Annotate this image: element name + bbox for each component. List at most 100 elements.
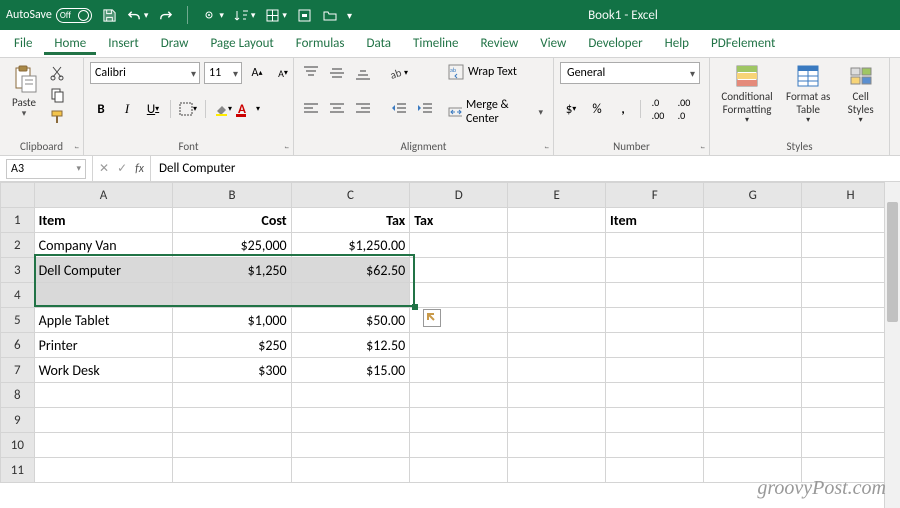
cell[interactable] — [34, 408, 173, 433]
bold-button[interactable]: B — [90, 98, 112, 120]
row-header-11[interactable]: 11 — [1, 458, 35, 483]
cell[interactable] — [410, 458, 508, 483]
cell[interactable] — [508, 383, 606, 408]
orientation-icon[interactable]: ab▾ — [388, 62, 410, 84]
number-format-combo[interactable]: General — [560, 62, 700, 84]
row-header-2[interactable]: 2 — [1, 233, 35, 258]
cell[interactable]: $250 — [173, 333, 291, 358]
tab-home[interactable]: Home — [44, 32, 96, 55]
cell[interactable]: $1,250.00 — [291, 233, 410, 258]
cell[interactable]: Tax — [291, 208, 410, 233]
percent-format-icon[interactable]: % — [586, 98, 608, 120]
vertical-scrollbar[interactable] — [884, 182, 900, 508]
tab-view[interactable]: View — [530, 32, 576, 55]
cell[interactable]: Dell Computer — [34, 258, 173, 283]
col-header-A[interactable]: A — [34, 183, 173, 208]
italic-button[interactable]: I — [116, 98, 138, 120]
cell[interactable]: $300 — [173, 358, 291, 383]
cell[interactable] — [606, 383, 704, 408]
col-header-C[interactable]: C — [291, 183, 410, 208]
worksheet-area[interactable]: ABCDEFGH1ItemCostTaxTaxItem2Company Van$… — [0, 182, 900, 508]
autosave-toggle[interactable]: AutoSave Off — [6, 8, 92, 23]
row-header-3[interactable]: 3 — [1, 258, 35, 283]
cell[interactable] — [508, 283, 606, 308]
cell[interactable] — [606, 308, 704, 333]
col-header-G[interactable]: G — [704, 183, 802, 208]
cell[interactable] — [410, 358, 508, 383]
font-name-combo[interactable]: Calibri — [90, 62, 200, 84]
row-header-5[interactable]: 5 — [1, 308, 35, 333]
enter-formula-icon[interactable]: ✓ — [117, 161, 127, 176]
cell[interactable] — [606, 408, 704, 433]
cell[interactable] — [291, 433, 410, 458]
cell[interactable] — [410, 333, 508, 358]
cell[interactable] — [508, 308, 606, 333]
tab-developer[interactable]: Developer — [578, 32, 652, 55]
cell[interactable] — [34, 383, 173, 408]
cell[interactable] — [34, 433, 173, 458]
cell[interactable] — [508, 233, 606, 258]
cut-icon[interactable] — [46, 62, 68, 84]
cell[interactable]: $15.00 — [291, 358, 410, 383]
tab-timeline[interactable]: Timeline — [403, 32, 468, 55]
cell[interactable] — [410, 408, 508, 433]
cell[interactable] — [410, 233, 508, 258]
comma-format-icon[interactable]: , — [612, 98, 634, 120]
font-size-combo[interactable]: 11 — [204, 62, 242, 84]
col-header-F[interactable]: F — [606, 183, 704, 208]
cell[interactable] — [291, 458, 410, 483]
redo-icon[interactable] — [158, 8, 173, 23]
fill-color-button[interactable]: ▾ — [212, 98, 234, 120]
cell[interactable]: $1,000 — [173, 308, 291, 333]
cell[interactable] — [606, 433, 704, 458]
tab-page-layout[interactable]: Page Layout — [200, 32, 283, 55]
copy-icon[interactable] — [46, 84, 68, 106]
cell[interactable] — [704, 233, 802, 258]
import-icon[interactable] — [297, 8, 312, 23]
paste-button[interactable]: Paste ▾ — [6, 62, 42, 122]
save-icon[interactable] — [102, 8, 117, 23]
tab-draw[interactable]: Draw — [151, 32, 199, 55]
insert-options-icon[interactable] — [423, 309, 441, 327]
tab-insert[interactable]: Insert — [98, 32, 149, 55]
accounting-format-icon[interactable]: $▾ — [560, 98, 582, 120]
format-as-table-button[interactable]: Format as Table▾ — [782, 62, 834, 128]
cell-styles-button[interactable]: Cell Styles▾ — [838, 62, 883, 128]
cell[interactable]: $12.50 — [291, 333, 410, 358]
col-header-D[interactable]: D — [410, 183, 508, 208]
cell[interactable]: Printer — [34, 333, 173, 358]
cell[interactable] — [410, 433, 508, 458]
tab-formulas[interactable]: Formulas — [286, 32, 355, 55]
tab-review[interactable]: Review — [470, 32, 528, 55]
col-header-B[interactable]: B — [173, 183, 291, 208]
row-header-1[interactable]: 1 — [1, 208, 35, 233]
cell[interactable] — [291, 383, 410, 408]
cell[interactable] — [410, 283, 508, 308]
cell[interactable]: $1,250 — [173, 258, 291, 283]
cell[interactable] — [704, 433, 802, 458]
cell[interactable] — [508, 408, 606, 433]
fx-icon[interactable]: fx — [135, 162, 144, 176]
conditional-formatting-button[interactable]: Conditional Formatting▾ — [716, 62, 778, 128]
cell[interactable] — [173, 408, 291, 433]
cell[interactable] — [508, 458, 606, 483]
cell[interactable] — [291, 408, 410, 433]
increase-font-icon[interactable]: A▴ — [246, 62, 268, 84]
align-right-icon[interactable] — [352, 98, 374, 120]
cell[interactable] — [173, 458, 291, 483]
row-header-10[interactable]: 10 — [1, 433, 35, 458]
cell[interactable]: Apple Tablet — [34, 308, 173, 333]
decrease-font-icon[interactable]: A▾ — [272, 62, 294, 84]
row-header-8[interactable]: 8 — [1, 383, 35, 408]
increase-decimal-icon[interactable]: .0.00 — [647, 98, 669, 120]
cell[interactable] — [704, 283, 802, 308]
cell[interactable] — [173, 383, 291, 408]
cell[interactable] — [508, 433, 606, 458]
cell[interactable]: Company Van — [34, 233, 173, 258]
cell[interactable] — [34, 283, 173, 308]
merge-center-button[interactable]: Merge & Center ▾ — [444, 96, 547, 128]
cell[interactable] — [704, 383, 802, 408]
cell[interactable]: Tax — [410, 208, 508, 233]
touch-mode-icon[interactable]: ▾ — [202, 8, 224, 23]
cancel-formula-icon[interactable]: ✕ — [99, 161, 109, 176]
